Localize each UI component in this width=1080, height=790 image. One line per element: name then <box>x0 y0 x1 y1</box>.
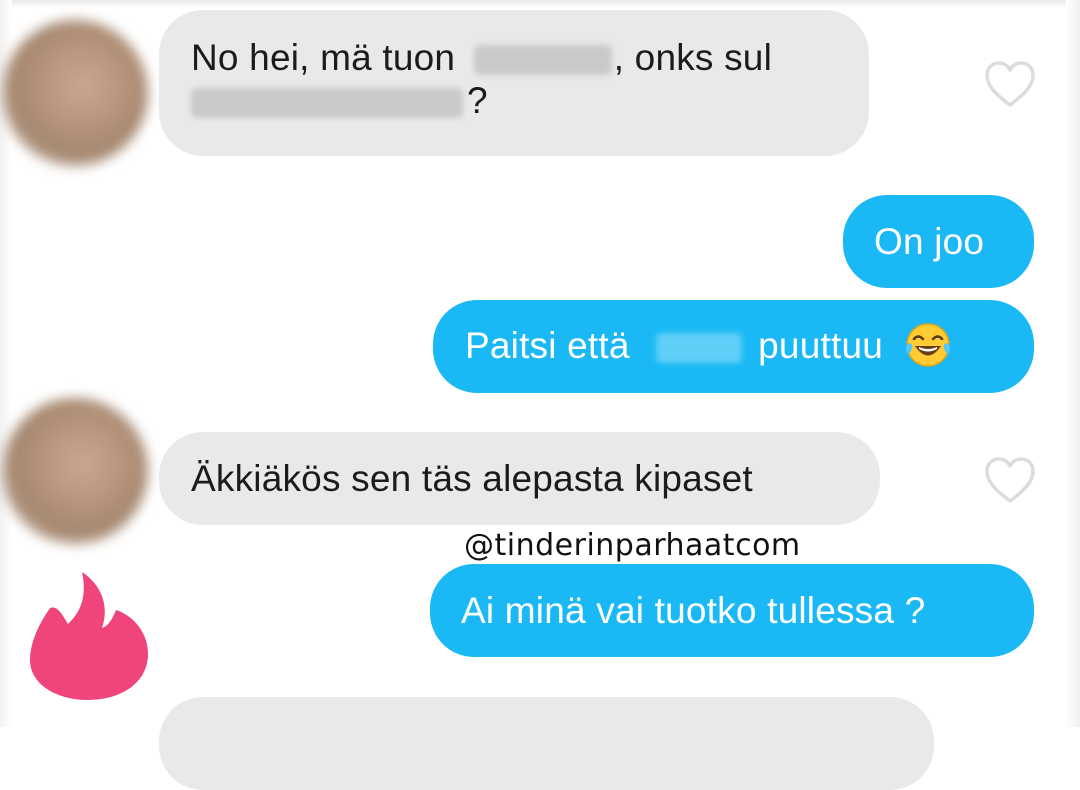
message-text: No hei, mä tuon <box>191 37 456 78</box>
message-bubble-incoming[interactable]: Äkkiäkös sen täs alepasta kipaset <box>159 432 880 525</box>
message-bubble-outgoing[interactable]: On joo <box>843 195 1034 288</box>
message-text: , onks sul <box>613 37 772 78</box>
heart-outline-icon[interactable] <box>984 456 1036 504</box>
message-bubble-outgoing[interactable]: Ai minä vai tuotko tullessa ? <box>430 564 1034 657</box>
message-text: ? <box>467 80 488 121</box>
watermark: @tinderinparhaatcom <box>464 528 801 563</box>
top-shadow <box>0 0 1080 8</box>
message-text: puuttuu <box>758 325 884 366</box>
avatar[interactable] <box>2 398 148 544</box>
redacted-text <box>656 333 743 364</box>
message-text: On joo <box>874 221 985 262</box>
message-text: Paitsi että <box>465 325 630 366</box>
message-bubble-outgoing[interactable]: Paitsi että puuttuu <box>433 300 1034 393</box>
right-edge <box>1066 0 1080 727</box>
message-line: No hei, mä tuon , onks sul <box>191 36 835 79</box>
message-text: Ai minä vai tuotko tullessa ? <box>461 590 926 631</box>
tinder-flame-logo-icon <box>30 572 148 700</box>
message-bubble-incoming-partial[interactable] <box>159 697 934 790</box>
redacted-text <box>473 45 612 76</box>
message-bubble-incoming[interactable]: No hei, mä tuon , onks sul ? <box>159 10 869 156</box>
heart-outline-icon[interactable] <box>984 60 1036 108</box>
message-line: ? <box>191 79 835 122</box>
redacted-text <box>191 88 463 119</box>
laughing-tears-emoji-icon <box>905 323 950 367</box>
avatar[interactable] <box>2 20 148 166</box>
message-text: Äkkiäkös sen täs alepasta kipaset <box>191 458 753 499</box>
